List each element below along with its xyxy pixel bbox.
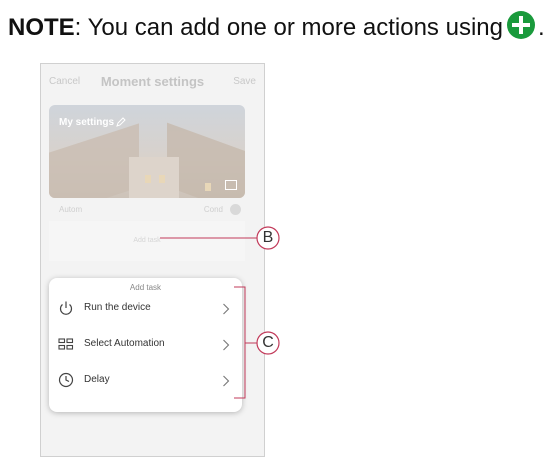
callout-b: B xyxy=(262,229,274,246)
callout-c: C xyxy=(262,334,274,351)
